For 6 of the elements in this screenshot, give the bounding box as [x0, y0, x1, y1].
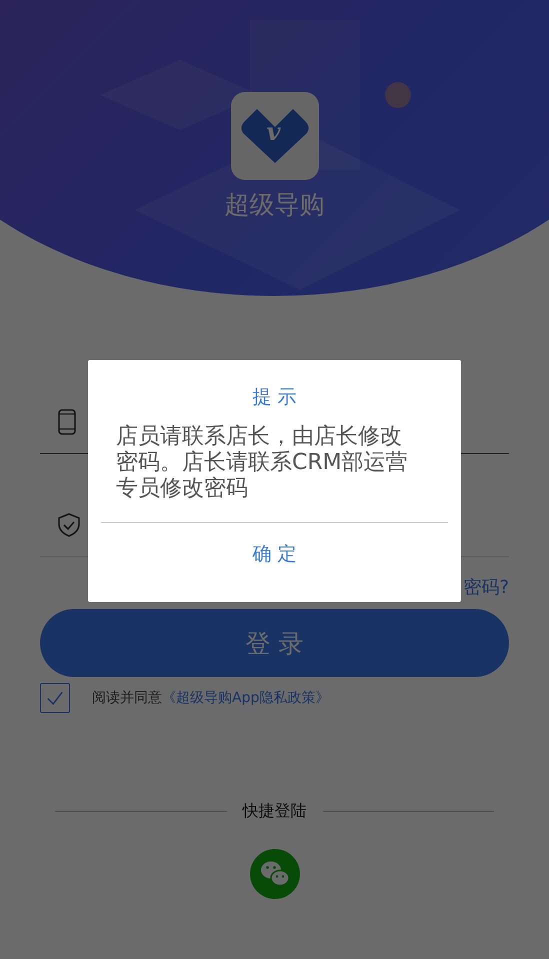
agreement-text: 阅读并同意	[92, 689, 162, 707]
dialog-message: 店员请联系店长，由店长修改密码。店长请联系CRM部运营专员修改密码	[116, 424, 409, 502]
dialog-title: 提 示	[252, 385, 297, 410]
app-name: 超级导购	[224, 189, 324, 221]
quick-login-label: 快捷登陆	[242, 801, 306, 822]
logo-letter: v	[266, 120, 280, 144]
